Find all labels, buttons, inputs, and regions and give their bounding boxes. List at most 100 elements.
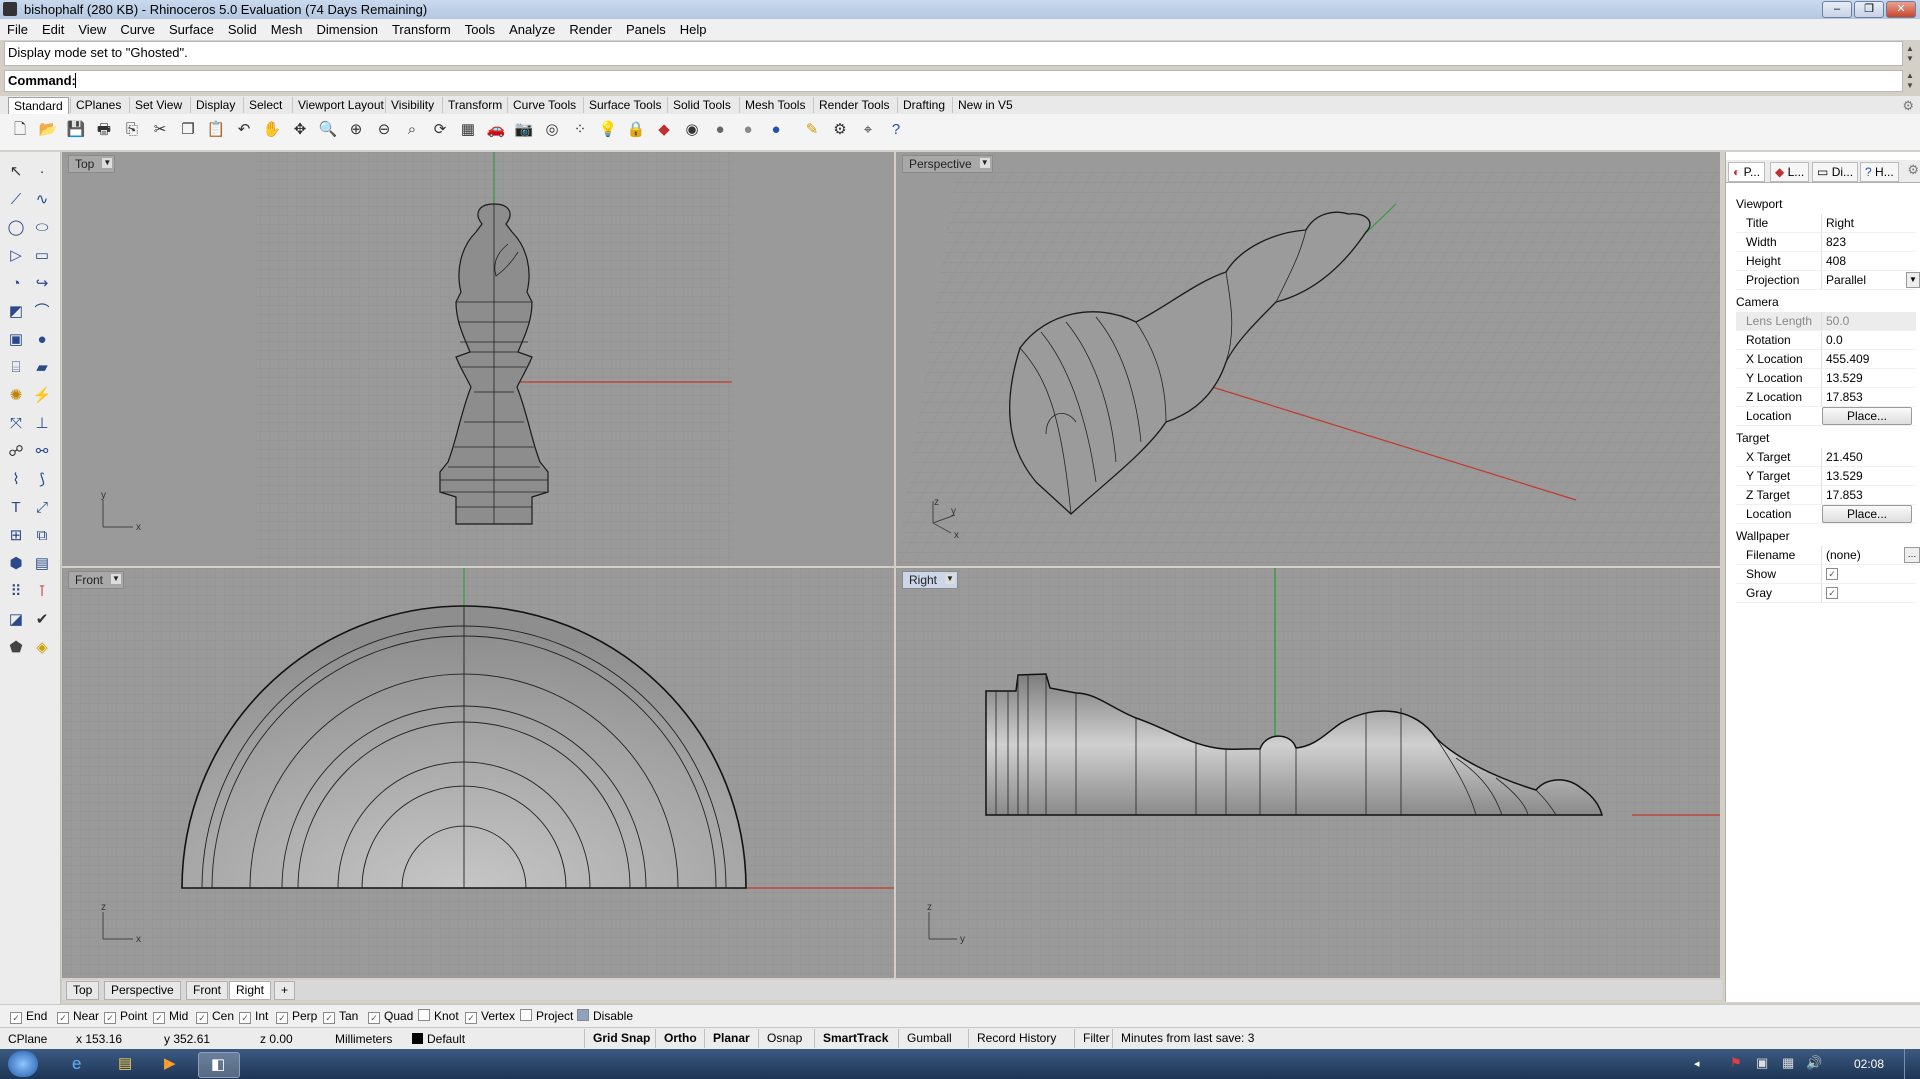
zoom-window-icon[interactable]: ⊕ [344, 118, 368, 142]
osnap-disable[interactable]: Disable [577, 1009, 633, 1023]
chevron-down-icon[interactable]: ▼ [102, 158, 113, 168]
prop-lens-length[interactable]: Lens Length 50.0 [1736, 312, 1916, 331]
panel-tab-help[interactable]: ? H... [1860, 162, 1899, 182]
osnap-vertex-checkbox[interactable]: ✓ [465, 1012, 477, 1024]
tab-transform[interactable]: Transform [442, 97, 507, 113]
tab-curve-tools[interactable]: Curve Tools [507, 97, 581, 113]
menu-solid[interactable]: Solid [221, 19, 264, 37]
history-scroll-down[interactable]: ▼ [1904, 54, 1916, 64]
camera-icon[interactable]: 📷 [512, 118, 536, 142]
osnap-perp[interactable]: ✓ Perp [276, 1009, 317, 1024]
viewport-label-right[interactable]: Right ▼ [902, 571, 959, 589]
osnap-project[interactable]: Project [520, 1009, 573, 1023]
tray-arrow-icon[interactable]: ◂ [1694, 1057, 1700, 1070]
pan-icon[interactable]: ✋ [260, 118, 284, 142]
planar-button[interactable]: Planar [704, 1029, 758, 1048]
osnap-project-checkbox[interactable] [520, 1009, 532, 1021]
gray-checkbox[interactable]: ✓ [1826, 587, 1838, 599]
rotate-view-icon[interactable]: ⟳ [428, 118, 452, 142]
four-views-icon[interactable]: ▦ [456, 118, 480, 142]
menu-panels[interactable]: Panels [619, 19, 673, 37]
layer-icon[interactable]: ◆ [652, 118, 676, 142]
help-icon[interactable]: ? [884, 118, 908, 142]
osnap-perp-checkbox[interactable]: ✓ [276, 1012, 288, 1024]
osnap-icon[interactable]: ⌖ [856, 118, 880, 142]
prop-width[interactable]: Width 823 [1736, 233, 1916, 252]
points-icon[interactable]: ⁘ [568, 118, 592, 142]
viewport-tab-perspective[interactable]: Perspective [104, 981, 181, 1000]
print-icon[interactable]: 🖶 [92, 118, 116, 142]
panel-tab-layers[interactable]: ◆ L... [1770, 162, 1810, 182]
blend-icon[interactable]: ⌇ [4, 468, 28, 492]
gear-icon[interactable]: ⚙ [1902, 98, 1914, 114]
copy-icon[interactable]: ❐ [176, 118, 200, 142]
solid-icon[interactable]: ⬢ [4, 552, 28, 576]
record-history-button[interactable]: Record History [968, 1029, 1064, 1048]
polyline-icon[interactable]: ⟋ [4, 188, 28, 212]
group-icon[interactable]: ☍ [4, 440, 28, 464]
cylinder-icon[interactable]: ⌸ [4, 356, 28, 380]
osnap-cen-checkbox[interactable]: ✓ [196, 1012, 208, 1024]
command-line[interactable]: Command: ▲ ▼ [4, 70, 1914, 92]
car-icon[interactable]: 🚗 [484, 118, 508, 142]
menu-file[interactable]: File [0, 19, 35, 37]
osnap-end-checkbox[interactable]: ✓ [10, 1012, 22, 1024]
tab-drafting[interactable]: Drafting [897, 97, 950, 113]
prop-z-location[interactable]: Z Location 17.853 [1736, 388, 1916, 407]
tray-device-icon[interactable]: ▦ [1782, 1055, 1794, 1071]
explorer-icon[interactable]: ▤ [106, 1052, 146, 1076]
osnap-quad-checkbox[interactable]: ✓ [368, 1012, 380, 1024]
viewport-label-perspective[interactable]: Perspective ▼ [902, 155, 993, 173]
tab-display[interactable]: Display [190, 97, 240, 113]
chevron-down-icon[interactable]: ▼ [111, 574, 122, 584]
tray-volume-icon[interactable]: 🔊 [1806, 1055, 1822, 1071]
menu-surface[interactable]: Surface [162, 19, 221, 37]
tab-visibility[interactable]: Visibility [385, 97, 439, 113]
blue-sphere-icon[interactable]: ● [764, 118, 788, 142]
sphere-icon[interactable]: ● [30, 328, 54, 352]
menu-tools[interactable]: Tools [458, 19, 502, 37]
surface-icon[interactable]: ◩ [4, 300, 28, 324]
ruler-icon[interactable]: ▤ [30, 552, 54, 576]
osnap-tan-checkbox[interactable]: ✓ [323, 1012, 335, 1024]
material-icon[interactable]: ◈ [30, 636, 54, 660]
menu-edit[interactable]: Edit [35, 19, 71, 37]
minimize-button[interactable]: – [1822, 1, 1852, 18]
osnap-quad[interactable]: ✓ Quad [368, 1009, 413, 1024]
smarttrack-button[interactable]: SmartTrack [814, 1029, 896, 1048]
prop-y-target[interactable]: Y Target 13.529 [1736, 467, 1916, 486]
osnap-mid-checkbox[interactable]: ✓ [153, 1012, 165, 1024]
array-icon[interactable]: ⊞ [4, 524, 28, 548]
viewport-label-top[interactable]: Top ▼ [68, 155, 116, 173]
rendered-sphere-icon[interactable]: ● [736, 118, 760, 142]
new-icon[interactable]: 🗋 [8, 118, 32, 142]
chevron-down-icon[interactable]: ▼ [979, 158, 990, 168]
target-place-button[interactable]: Place... [1822, 505, 1912, 523]
prop-rotation[interactable]: Rotation 0.0 [1736, 331, 1916, 350]
tab-mesh-tools[interactable]: Mesh Tools [739, 97, 810, 113]
color-wheel-icon[interactable]: ◉ [680, 118, 704, 142]
gear-icon[interactable]: ⚙ [1907, 162, 1919, 178]
chevron-down-icon[interactable]: ▼ [945, 574, 956, 584]
history-scroll-up[interactable]: ▲ [1904, 44, 1916, 54]
menu-dimension[interactable]: Dimension [310, 19, 385, 37]
grid-icon[interactable]: ⠿ [4, 580, 28, 604]
prop-gray[interactable]: Gray ✓ [1736, 584, 1916, 603]
tab-select[interactable]: Select [243, 97, 287, 113]
menu-mesh[interactable]: Mesh [264, 19, 310, 37]
plane-icon[interactable]: ▰ [30, 356, 54, 380]
target-icon[interactable]: ◎ [540, 118, 564, 142]
ie-icon[interactable]: e [60, 1052, 100, 1076]
open-icon[interactable]: 📂 [36, 118, 60, 142]
triangle-icon[interactable]: ▷ [4, 244, 28, 268]
tray-flag-icon[interactable]: ⚑ [1730, 1055, 1742, 1071]
panel-tab-properties[interactable]: ◐ P... [1728, 162, 1766, 182]
grid-snap-button[interactable]: Grid Snap [584, 1029, 658, 1048]
tab-viewport-layout[interactable]: Viewport Layout [292, 97, 389, 113]
tray-network-icon[interactable]: ▣ [1756, 1055, 1768, 1071]
text-icon[interactable]: T [4, 496, 28, 520]
osnap-mid[interactable]: ✓ Mid [153, 1009, 188, 1024]
viewport-perspective[interactable]: Perspective ▼ z y x [896, 152, 1720, 566]
prop-filename[interactable]: Filename (none)… [1736, 546, 1920, 565]
osnap-end[interactable]: ✓ End [10, 1009, 47, 1024]
